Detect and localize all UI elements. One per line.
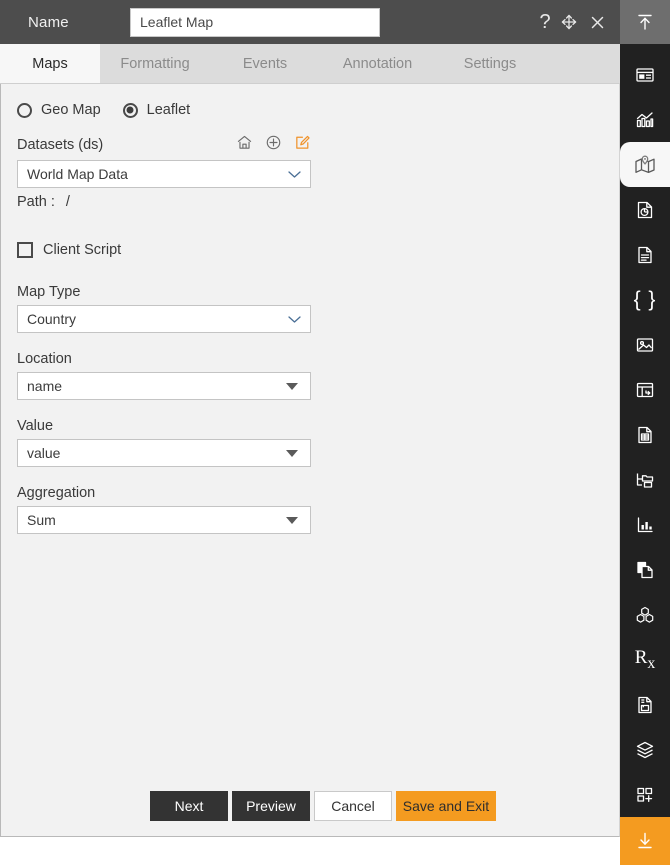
- map-type-value: Country: [27, 311, 77, 327]
- tab-annotation-label: Annotation: [342, 55, 413, 72]
- tab-formatting[interactable]: Formatting: [100, 44, 210, 83]
- name-input-value: Leaflet Map: [140, 14, 214, 30]
- save-and-exit-button[interactable]: Save and Exit: [396, 790, 496, 821]
- dialog-body: Name Leaflet Map ? Maps Formatting Event…: [0, 0, 620, 837]
- client-script-label: Client Script: [43, 242, 122, 258]
- maps-form: Geo Map Leaflet Datasets (ds) World Map …: [1, 84, 619, 534]
- save-document-icon[interactable]: [620, 682, 670, 727]
- aggregation-value: Sum: [27, 512, 56, 528]
- close-icon[interactable]: [582, 10, 612, 34]
- map-widget-dialog: Name Leaflet Map ? Maps Formatting Event…: [0, 0, 670, 865]
- value-label: Value: [17, 418, 54, 434]
- name-input[interactable]: Leaflet Map: [130, 7, 380, 37]
- document-icon[interactable]: [620, 232, 670, 277]
- map-type-field: Map Type Country: [17, 284, 619, 333]
- name-label: Name: [28, 13, 69, 31]
- add-circle-icon[interactable]: [265, 134, 282, 156]
- client-script-checkbox-box: [17, 242, 33, 258]
- caret-down-icon: [286, 449, 298, 457]
- table-icon[interactable]: [620, 367, 670, 412]
- tree-folder-icon[interactable]: [620, 457, 670, 502]
- datasets-label: Datasets (ds): [17, 137, 104, 153]
- value-value: value: [27, 445, 61, 461]
- dialog-footer: Next Preview Cancel Save and Exit: [0, 775, 620, 837]
- chart-icon[interactable]: [620, 97, 670, 142]
- tab-formatting-label: Formatting: [120, 55, 190, 72]
- radio-geo-map[interactable]: Geo Map: [17, 102, 101, 118]
- datasets-header: Datasets (ds): [17, 134, 311, 156]
- tab-settings[interactable]: Settings: [435, 44, 545, 83]
- radio-leaflet-label: Leaflet: [146, 102, 191, 118]
- layers-icon[interactable]: [620, 727, 670, 772]
- cancel-button-label: Cancel: [331, 797, 375, 814]
- preview-button-label: Preview: [246, 797, 296, 814]
- datasets-select[interactable]: World Map Data: [17, 160, 311, 188]
- json-braces-glyph: { }: [633, 288, 657, 311]
- file-list-icon[interactable]: [620, 412, 670, 457]
- home-icon[interactable]: [236, 134, 253, 156]
- preview-button[interactable]: Preview: [232, 790, 310, 821]
- map-engine-radio-group: Geo Map Leaflet: [17, 98, 619, 122]
- location-select[interactable]: name: [17, 372, 311, 400]
- settings-panel: Geo Map Leaflet Datasets (ds) World Map …: [0, 84, 620, 775]
- cubes-icon[interactable]: [620, 592, 670, 637]
- location-value: name: [27, 378, 63, 394]
- tab-annotation[interactable]: Annotation: [320, 44, 435, 83]
- next-button-label: Next: [174, 797, 204, 814]
- rail-item-list: { } Rx: [620, 44, 670, 817]
- tab-events-label: Events: [242, 55, 288, 72]
- path-value: /: [65, 194, 70, 210]
- map-type-select[interactable]: Country: [17, 305, 311, 333]
- value-select[interactable]: value: [17, 439, 311, 467]
- title-bar: Name Leaflet Map ?: [0, 0, 620, 44]
- save-and-exit-button-label: Save and Exit: [402, 797, 490, 814]
- help-icon[interactable]: ?: [534, 10, 556, 34]
- radio-leaflet[interactable]: Leaflet: [122, 102, 191, 118]
- copy-file-icon[interactable]: [620, 547, 670, 592]
- value-field: Value value: [17, 418, 619, 467]
- report-pie-icon[interactable]: [620, 187, 670, 232]
- radio-geo-map-circle: [17, 102, 32, 118]
- bar-chart-axis-icon[interactable]: [620, 502, 670, 547]
- chevron-down-icon: [288, 316, 301, 323]
- prescription-icon[interactable]: Rx: [620, 637, 670, 682]
- map-type-label: Map Type: [17, 284, 81, 300]
- image-icon[interactable]: [620, 322, 670, 367]
- tab-settings-label: Settings: [463, 55, 517, 72]
- tab-maps[interactable]: Maps: [0, 44, 100, 83]
- edit-square-icon[interactable]: [294, 134, 311, 156]
- collapse-up-icon[interactable]: [620, 0, 670, 44]
- tab-maps-label: Maps: [32, 55, 68, 72]
- move-arrows-icon[interactable]: [556, 10, 582, 34]
- location-label: Location: [17, 351, 72, 367]
- prescription-glyph: Rx: [634, 646, 656, 672]
- map-icon[interactable]: [620, 142, 670, 187]
- path-row: Path : /: [17, 194, 619, 210]
- client-script-checkbox[interactable]: Client Script: [17, 242, 167, 258]
- help-glyph: ?: [539, 10, 551, 33]
- json-braces-icon[interactable]: { }: [620, 277, 670, 322]
- radio-leaflet-circle: [122, 102, 138, 118]
- aggregation-label: Aggregation: [17, 485, 96, 501]
- location-field: Location name: [17, 351, 619, 400]
- right-icon-rail: { } Rx: [620, 0, 670, 865]
- radio-geo-map-label: Geo Map: [41, 102, 101, 118]
- cancel-button[interactable]: Cancel: [314, 790, 392, 821]
- tab-events[interactable]: Events: [210, 44, 320, 83]
- datasets-select-value: World Map Data: [27, 166, 128, 182]
- caret-down-icon: [286, 516, 298, 524]
- caret-down-icon: [286, 382, 298, 390]
- next-button[interactable]: Next: [150, 790, 228, 821]
- dataset-icon-group: [236, 134, 311, 156]
- path-label: Path :: [17, 194, 55, 210]
- aggregation-field: Aggregation Sum: [17, 485, 619, 534]
- add-widget-icon[interactable]: [620, 772, 670, 817]
- dashboard-icon[interactable]: [620, 52, 670, 97]
- aggregation-select[interactable]: Sum: [17, 506, 311, 534]
- download-icon[interactable]: [620, 817, 670, 865]
- tab-bar: Maps Formatting Events Annotation Settin…: [0, 44, 620, 84]
- chevron-down-icon: [288, 171, 301, 178]
